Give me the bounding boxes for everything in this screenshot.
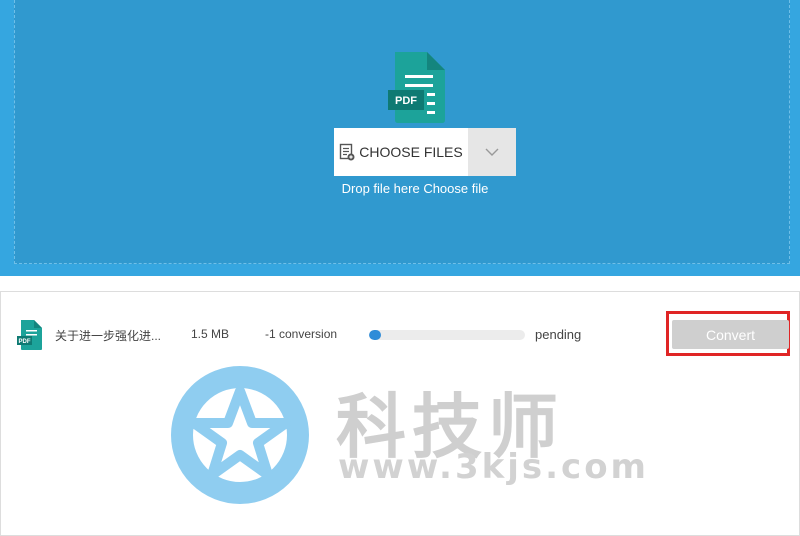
watermark-url: www.3kjs.com bbox=[338, 447, 649, 487]
svg-text:PDF: PDF bbox=[395, 95, 417, 107]
choose-files-group: CHOOSE FILES bbox=[334, 128, 516, 176]
choose-source-dropdown[interactable] bbox=[468, 128, 516, 176]
pdf-file-icon: PDF bbox=[17, 320, 42, 350]
drop-area[interactable]: PDF CHOOSE FILES Drop file here Choose f… bbox=[14, 0, 790, 264]
choose-files-button[interactable]: CHOOSE FILES bbox=[334, 128, 468, 176]
upload-zone: PDF CHOOSE FILES Drop file here Choose f… bbox=[0, 0, 800, 276]
chevron-down-icon bbox=[485, 148, 499, 156]
drop-text: Drop file here bbox=[341, 181, 420, 196]
watermark: 科技师 www.3kjs.com bbox=[160, 365, 646, 505]
conversion-count: -1 conversion bbox=[265, 327, 338, 341]
file-size: 1.5 MB bbox=[191, 327, 230, 341]
star-logo-icon bbox=[171, 366, 309, 504]
svg-text:PDF: PDF bbox=[19, 339, 31, 345]
drop-hint: Drop file here Choose file bbox=[15, 181, 800, 196]
progress-bar bbox=[369, 330, 525, 340]
progress-fill bbox=[369, 330, 382, 340]
file-add-icon bbox=[340, 143, 355, 161]
convert-button[interactable]: Convert bbox=[672, 320, 789, 349]
file-name: 关于进一步强化进... bbox=[55, 329, 162, 343]
choose-files-label: CHOOSE FILES bbox=[359, 144, 463, 160]
choose-file-link[interactable]: Choose file bbox=[423, 181, 488, 196]
status-text: pending bbox=[535, 327, 582, 342]
pdf-file-icon: PDF bbox=[388, 52, 445, 123]
